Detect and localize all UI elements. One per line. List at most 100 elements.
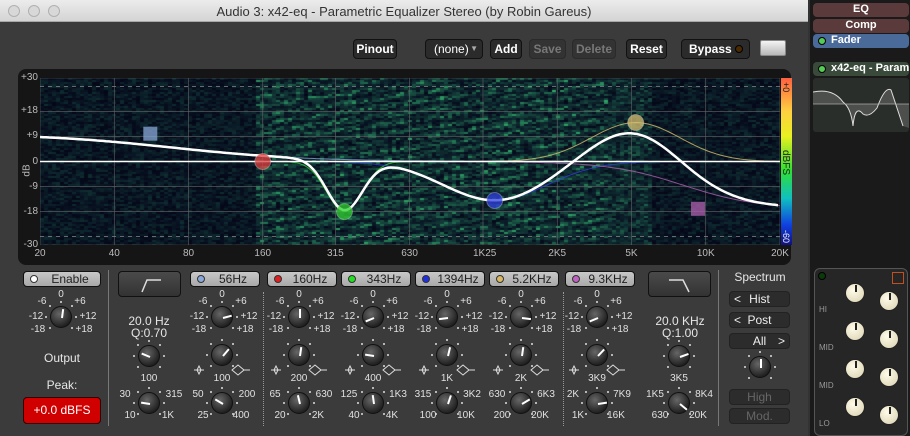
mod-button[interactable]: Mod. — [729, 408, 790, 424]
knob-tick — [535, 354, 537, 356]
channel-eq-band-label: LO — [819, 419, 830, 428]
band-curve — [40, 161, 780, 207]
gain-scale-label: -18 — [566, 324, 582, 335]
reset-button[interactable]: Reset — [626, 39, 667, 59]
enable-button[interactable]: Enable — [23, 271, 101, 287]
chevron-right-icon[interactable]: > — [778, 334, 785, 348]
band-handle[interactable] — [143, 126, 158, 141]
x-tick-label: 315 — [326, 248, 344, 259]
chevron-left-icon[interactable]: < — [734, 292, 741, 306]
gain-scale-label: -12 — [28, 311, 44, 322]
channel-eq-gain-knob[interactable] — [879, 405, 899, 425]
band-gain-knob[interactable] — [211, 306, 233, 328]
freq-scale-label: 20K — [531, 410, 549, 421]
band-toggle-button[interactable]: 343Hz — [341, 271, 411, 287]
knob-tick — [596, 339, 598, 341]
lowpass-q: Q:1.00 — [661, 326, 699, 340]
band-handle[interactable] — [486, 191, 504, 209]
gain-scale-label: +12 — [539, 311, 557, 322]
add-button[interactable]: Add — [490, 39, 522, 59]
freq-scale-label: 1K — [440, 373, 454, 384]
highpass-q-knob[interactable] — [138, 345, 160, 367]
knob-tick — [372, 301, 374, 303]
knob-tick — [435, 343, 438, 346]
gain-scale-label: +12 — [79, 311, 97, 322]
freq-scale-label: 100 — [140, 373, 158, 384]
band-toggle-button[interactable]: 1394Hz — [415, 271, 485, 287]
lowpass-q-knob[interactable] — [668, 345, 690, 367]
knob-tick — [137, 365, 140, 368]
y-tick-label: -9 — [29, 180, 38, 192]
plugin-comp[interactable]: Comp — [813, 19, 909, 33]
plugin-eq[interactable]: EQ — [813, 3, 909, 17]
band-toggle-button[interactable]: 5.2KHz — [489, 271, 559, 287]
knob-tick — [678, 340, 680, 342]
band-handle[interactable] — [627, 114, 645, 132]
spectrum-all-selector[interactable]: All > — [729, 333, 790, 349]
channel-eq-gain-knob[interactable] — [879, 329, 899, 349]
lowpass-toggle-button[interactable] — [648, 271, 711, 297]
divider — [563, 292, 564, 426]
save-button[interactable]: Save — [529, 39, 566, 59]
freq-scale-label: 315 — [414, 389, 432, 400]
gain-scale-label: +18 — [461, 324, 479, 335]
channel-eq-freq-knob[interactable] — [845, 359, 865, 379]
spectrum-hist-selector[interactable]: < Hist — [729, 291, 790, 307]
knob-pointer — [521, 346, 525, 357]
knob-tick — [382, 343, 385, 346]
highpass-toggle-button[interactable] — [118, 271, 181, 297]
knob-tick — [505, 354, 507, 356]
eq-enable-led[interactable] — [818, 272, 826, 280]
channel-eq-freq-knob[interactable] — [845, 321, 865, 341]
band-gain-knob[interactable] — [362, 306, 384, 328]
knob-tick — [520, 301, 522, 303]
band-handle[interactable] — [690, 201, 705, 216]
knob-tick — [221, 387, 223, 389]
channel-eq-freq-knob[interactable] — [845, 397, 865, 417]
preset-dropdown[interactable]: (none) ▼ — [425, 39, 483, 59]
band-gain-knob[interactable] — [510, 306, 532, 328]
eq-expand-icon[interactable] — [892, 272, 904, 284]
spectrum-gain-knob[interactable] — [749, 356, 771, 378]
band-gain-knob[interactable] — [586, 306, 608, 328]
pinout-button[interactable]: Pinout — [353, 39, 397, 59]
output-gain-knob[interactable] — [50, 306, 72, 328]
mini-eq-display[interactable] — [813, 78, 909, 132]
knob-tick — [663, 402, 665, 404]
plugin-x42-eq[interactable]: x42-eq - Parame — [813, 62, 909, 76]
knob-tick — [581, 354, 583, 356]
spectrum-post-selector[interactable]: < Post — [729, 312, 790, 328]
y-tick-label: +30 — [21, 72, 38, 83]
band-handle[interactable] — [335, 203, 353, 221]
band-freq-label: 56Hz — [218, 272, 247, 286]
chevron-left-icon[interactable]: < — [734, 313, 741, 327]
bypass-button[interactable]: Bypass — [681, 39, 750, 59]
keyboard-icon[interactable] — [760, 40, 786, 56]
gain-scale-label: -18 — [268, 324, 284, 335]
freq-scale-label: 630 — [651, 410, 669, 421]
high-button[interactable]: High — [729, 389, 790, 405]
channel-eq-gain-knob[interactable] — [879, 291, 899, 311]
gain-scale-label: +12 — [240, 311, 258, 322]
x-tick-label: 1K25 — [472, 248, 497, 259]
knob-tick — [236, 354, 238, 356]
channel-eq-gain-knob[interactable] — [879, 367, 899, 387]
band-gain-knob[interactable] — [436, 306, 458, 328]
band-toggle-button[interactable]: 56Hz — [190, 271, 260, 287]
band-handle[interactable] — [254, 153, 272, 170]
gain-scale-label: -12 — [488, 311, 504, 322]
freq-scale-label: 16K — [607, 410, 625, 421]
freq-scale-label: 3K9 — [588, 373, 606, 384]
colorbar-unit-label: dBFS — [780, 150, 791, 176]
delete-button[interactable]: Delete — [572, 39, 616, 59]
knob-tick — [505, 402, 507, 404]
band-toggle-button[interactable]: 9.3KHz — [565, 271, 635, 287]
channel-eq-freq-knob[interactable] — [845, 283, 865, 303]
plugin-fader[interactable]: Fader — [813, 34, 909, 48]
knob-tick — [688, 365, 691, 368]
freq-scale-label: 20K — [689, 410, 707, 421]
band-toggle-button[interactable]: 160Hz — [267, 271, 337, 287]
eq-curve-overlay[interactable] — [40, 78, 780, 245]
peak-meter[interactable]: +0.0 dBFS — [23, 397, 101, 424]
band-gain-knob[interactable] — [288, 306, 310, 328]
